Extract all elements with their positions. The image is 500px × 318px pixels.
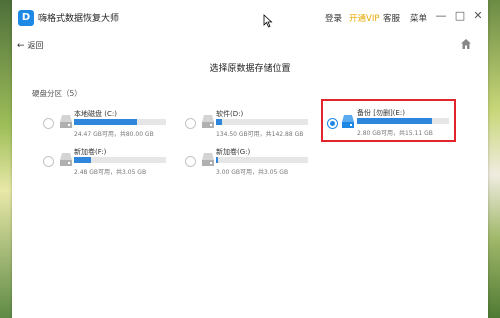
drive-c-name: 本地磁盘 (C:): [74, 110, 117, 118]
drive-d-usage-bar: [216, 119, 308, 125]
mouse-cursor-icon: [263, 14, 273, 28]
close-icon[interactable]: ✕: [471, 9, 485, 23]
hard-drive-icon: [202, 115, 214, 128]
drive-c-usage-fill: [74, 119, 138, 125]
watermark-logo: 路由器 luyouqi.com: [372, 254, 500, 304]
watermark-subtext: luyouqi.com: [420, 286, 469, 295]
watermark-circle-icon: [372, 258, 416, 302]
app-title: 嗨格式数据恢复大师: [38, 14, 120, 24]
back-label: 返回: [27, 41, 44, 50]
drive-g-usage-fill: [216, 157, 218, 163]
back-arrow-icon: ←: [17, 41, 25, 51]
drive-g-usage-bar: [216, 157, 308, 163]
title-bar: D 嗨格式数据恢复大师 登录 开通VIP 客服 菜单 — □ ✕: [12, 0, 488, 36]
minimize-icon[interactable]: —: [434, 9, 448, 23]
back-button[interactable]: ← 返回: [17, 40, 44, 51]
drive-c-usage-bar: [74, 119, 166, 125]
drive-c-radio[interactable]: [43, 118, 54, 129]
background-left: [0, 0, 12, 318]
drive-g-info: 3.00 GB可用，共3.05 GB: [216, 169, 289, 176]
drive-g-radio[interactable]: [185, 156, 196, 167]
drive-d-info: 134.50 GB可用，共142.88 GB: [216, 131, 304, 138]
app-logo-icon: D: [18, 10, 34, 26]
hard-drive-icon: [60, 115, 72, 128]
drive-c-info: 24.47 GB可用，共80.00 GB: [74, 131, 154, 138]
hard-drive-icon: [202, 153, 214, 166]
partition-section-label: 硬盘分区（5）: [32, 89, 82, 98]
drive-d-usage-fill: [216, 119, 222, 125]
drive-f-usage-bar: [74, 157, 166, 163]
drive-g-name: 新加卷(G:): [216, 148, 251, 156]
home-icon[interactable]: [460, 38, 472, 50]
menu-link[interactable]: 菜单: [410, 12, 427, 24]
app-window: D 嗨格式数据恢复大师 登录 开通VIP 客服 菜单 — □ ✕ ← 返回 选择原…: [12, 0, 488, 318]
drive-f-usage-fill: [74, 157, 92, 163]
customer-service-link[interactable]: 客服: [383, 12, 400, 24]
selection-highlight-box: [321, 99, 456, 142]
drive-f-info: 2.48 GB可用，共3.05 GB: [74, 169, 147, 176]
watermark-text: 路由器: [418, 264, 481, 288]
login-link[interactable]: 登录: [325, 12, 342, 24]
page-title: 选择原数据存储位置: [209, 64, 291, 74]
hard-drive-icon: [60, 153, 72, 166]
maximize-icon[interactable]: □: [453, 9, 467, 23]
drive-d-radio[interactable]: [185, 118, 196, 129]
drive-f-radio[interactable]: [43, 156, 54, 167]
drive-d-name: 软件(D:): [216, 110, 244, 118]
drive-f-name: 新加卷(F:): [74, 148, 107, 156]
vip-link[interactable]: 开通VIP: [349, 12, 379, 24]
